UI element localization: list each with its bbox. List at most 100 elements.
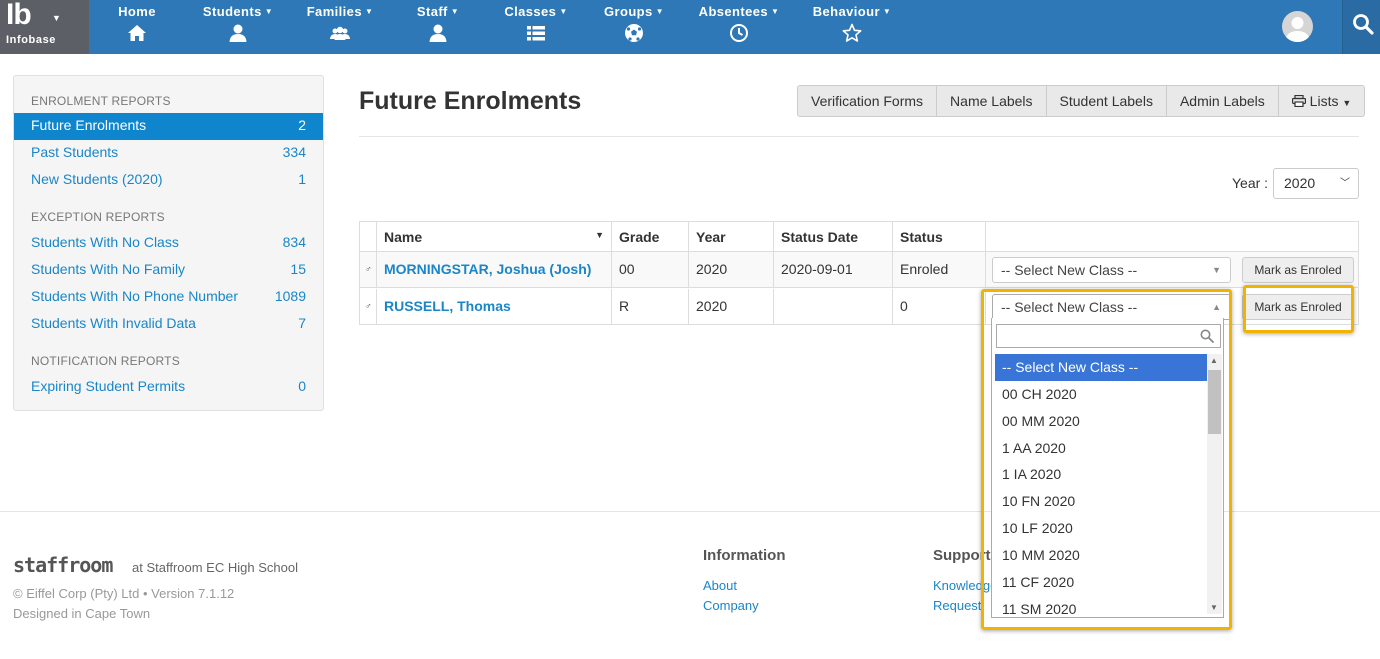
male-icon: ♂ bbox=[365, 301, 372, 311]
nav-families[interactable]: Families ▼ bbox=[302, 0, 378, 54]
sidebar-item-invalid-data[interactable]: Students With Invalid Data 7 bbox=[14, 311, 323, 338]
nav-label: Groups ▼ bbox=[604, 4, 664, 19]
dropdown-option[interactable]: -- Select New Class -- bbox=[995, 354, 1207, 381]
sidebar-item-count: 1089 bbox=[274, 288, 306, 304]
page-title: Future Enrolments bbox=[359, 87, 582, 115]
sidebar-item-label: Students With No Class bbox=[31, 234, 179, 250]
header-actions bbox=[985, 222, 1358, 251]
nav-absentees[interactable]: Absentees ▼ bbox=[694, 0, 784, 54]
top-navbar: Ib ▼ Infobase Home Students ▼ Families ▼ S… bbox=[0, 0, 1380, 54]
reports-sidebar: ENROLMENT REPORTS Future Enrolments 2 Pa… bbox=[13, 75, 324, 411]
dropdown-option[interactable]: 1 IA 2020 bbox=[995, 461, 1207, 488]
sidebar-item-past-students[interactable]: Past Students 334 bbox=[14, 140, 323, 167]
sidebar-item-label: Students With No Phone Number bbox=[31, 288, 238, 304]
dropdown-search-input[interactable] bbox=[996, 324, 1221, 348]
year-select[interactable]: 2020 ﹀ bbox=[1273, 168, 1359, 199]
dropdown-option[interactable]: 11 SM 2020 bbox=[995, 596, 1207, 616]
status-value: 0 bbox=[900, 298, 908, 314]
nav-staff[interactable]: Staff ▼ bbox=[412, 0, 464, 54]
year-select-value: 2020 bbox=[1284, 175, 1316, 191]
scroll-up-icon[interactable]: ▲ bbox=[1210, 356, 1218, 365]
nav-groups[interactable]: Groups ▼ bbox=[600, 0, 668, 54]
dropdown-option[interactable]: 10 MM 2020 bbox=[995, 542, 1207, 569]
divider bbox=[359, 136, 1359, 137]
dropdown-scrollbar[interactable]: ▲ ▼ bbox=[1207, 354, 1222, 614]
footer-link-request[interactable]: Request bbox=[933, 598, 981, 613]
grade-value: 00 bbox=[619, 261, 635, 277]
admin-labels-button[interactable]: Admin Labels bbox=[1165, 85, 1279, 117]
footer-link-about[interactable]: About bbox=[703, 578, 737, 593]
footer-heading-information: Information bbox=[703, 547, 786, 564]
nav-home[interactable]: Home bbox=[110, 0, 164, 54]
dropdown-option[interactable]: 00 CH 2020 bbox=[995, 381, 1207, 408]
dropdown-option[interactable]: 00 MM 2020 bbox=[995, 408, 1207, 435]
nav-behaviour[interactable]: Behaviour ▼ bbox=[808, 0, 896, 54]
sidebar-item-count: 334 bbox=[282, 144, 306, 160]
sort-caret-icon: ▼ bbox=[595, 230, 604, 240]
year-label: Year : bbox=[1232, 175, 1269, 191]
footer-link-company[interactable]: Company bbox=[703, 598, 759, 613]
sidebar-item-label: Expiring Student Permits bbox=[31, 378, 186, 394]
enrolments-table: Name ▼ Grade Year Status Date Status ♂ M… bbox=[359, 221, 1359, 325]
avatar[interactable] bbox=[1282, 11, 1313, 42]
class-select-value: -- Select New Class -- bbox=[1001, 299, 1138, 315]
designed-text: Designed in Cape Town bbox=[13, 606, 151, 621]
sidebar-item-no-class[interactable]: Students With No Class 834 bbox=[14, 230, 323, 257]
table-header-row: Name ▼ Grade Year Status Date Status bbox=[360, 222, 1358, 252]
footer-heading-support: Support bbox=[933, 547, 991, 564]
chevron-down-icon: ﹀ bbox=[1340, 178, 1350, 189]
footer-link-knowledge[interactable]: Knowledge bbox=[933, 578, 997, 593]
header-status-date[interactable]: Status Date bbox=[773, 222, 892, 251]
header-name[interactable]: Name ▼ bbox=[376, 222, 611, 251]
sidebar-item-expiring-permits[interactable]: Expiring Student Permits 0 bbox=[14, 374, 323, 401]
scrollbar-thumb[interactable] bbox=[1208, 370, 1221, 434]
class-select-open[interactable]: -- Select New Class -- ▲ bbox=[992, 294, 1231, 320]
sidebar-item-count: 0 bbox=[298, 378, 306, 394]
section-heading: EXCEPTION REPORTS bbox=[31, 210, 165, 224]
table-row: ♂ MORNINGSTAR, Joshua (Josh) 00 2020 202… bbox=[360, 252, 1358, 288]
student-labels-button[interactable]: Student Labels bbox=[1045, 85, 1167, 117]
brand-menu[interactable]: Ib ▼ Infobase bbox=[0, 0, 89, 54]
student-name-link[interactable]: RUSSELL, Thomas bbox=[384, 298, 511, 314]
lists-dropdown-button[interactable]: Lists ▼ bbox=[1277, 85, 1366, 117]
lists-label: Lists bbox=[1309, 93, 1339, 109]
brand-name: Infobase bbox=[6, 34, 57, 46]
mark-as-enroled-button[interactable]: Mark as Enroled bbox=[1242, 294, 1354, 320]
global-search-button[interactable] bbox=[1342, 0, 1380, 54]
caret-up-icon: ▲ bbox=[1212, 302, 1221, 312]
nav-label: Home bbox=[118, 4, 156, 19]
sidebar-item-future-enrolments[interactable]: Future Enrolments 2 bbox=[14, 113, 323, 140]
nav-classes[interactable]: Classes ▼ bbox=[500, 0, 572, 54]
report-actions-button-group: Verification Forms Name Labels Student L… bbox=[797, 85, 1366, 117]
year-value: 2020 bbox=[696, 298, 728, 314]
sidebar-item-no-family[interactable]: Students With No Family 15 bbox=[14, 257, 323, 284]
scroll-down-icon[interactable]: ▼ bbox=[1210, 603, 1218, 612]
dropdown-option[interactable]: 11 CF 2020 bbox=[995, 569, 1207, 596]
school-name: at Staffroom EC High School bbox=[132, 560, 298, 575]
class-select[interactable]: -- Select New Class -- ▼ bbox=[992, 257, 1231, 283]
verification-forms-button[interactable]: Verification Forms bbox=[797, 85, 938, 117]
nav-label: Absentees ▼ bbox=[698, 4, 780, 19]
status-date-value: 2020-09-01 bbox=[781, 261, 853, 277]
student-name-link[interactable]: MORNINGSTAR, Joshua (Josh) bbox=[384, 261, 591, 277]
year-value: 2020 bbox=[696, 261, 728, 277]
caret-down-icon: ▼ bbox=[1342, 98, 1352, 108]
dropdown-options: -- Select New Class -- 00 CH 2020 00 MM … bbox=[995, 354, 1207, 616]
dropdown-option[interactable]: 10 FN 2020 bbox=[995, 488, 1207, 515]
header-year[interactable]: Year bbox=[688, 222, 773, 251]
header-status[interactable]: Status bbox=[892, 222, 985, 251]
header-cell-sex bbox=[360, 222, 376, 251]
caret-down-icon: ▼ bbox=[1212, 265, 1221, 275]
sidebar-item-no-phone[interactable]: Students With No Phone Number 1089 bbox=[14, 284, 323, 311]
male-icon: ♂ bbox=[365, 264, 372, 274]
name-labels-button[interactable]: Name Labels bbox=[936, 85, 1047, 117]
grade-value: R bbox=[619, 298, 630, 314]
nav-label: Students ▼ bbox=[202, 4, 274, 19]
dropdown-option[interactable]: 10 LF 2020 bbox=[995, 515, 1207, 542]
nav-students[interactable]: Students ▼ bbox=[198, 0, 278, 54]
mark-as-enroled-button[interactable]: Mark as Enroled bbox=[1242, 257, 1354, 283]
sidebar-item-label: Students With No Family bbox=[31, 261, 186, 277]
header-grade[interactable]: Grade bbox=[611, 222, 688, 251]
sidebar-item-new-students[interactable]: New Students (2020) 1 bbox=[14, 167, 323, 194]
dropdown-option[interactable]: 1 AA 2020 bbox=[995, 435, 1207, 462]
